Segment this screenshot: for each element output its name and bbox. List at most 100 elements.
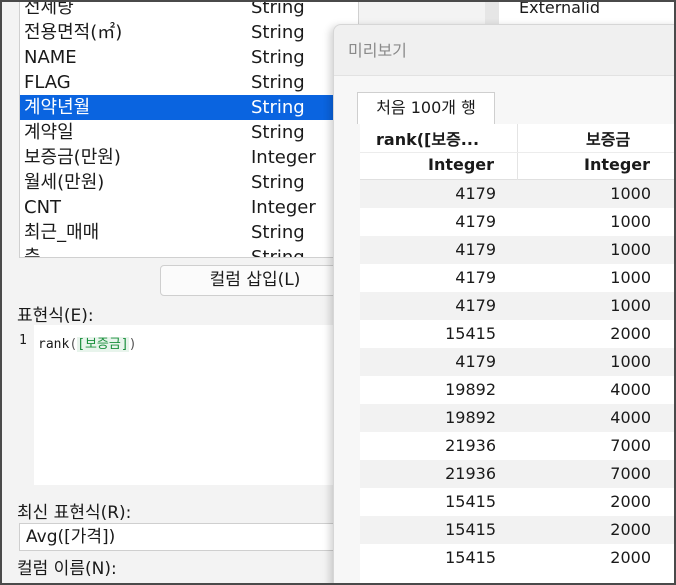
column-type: Integer xyxy=(251,197,316,218)
recent-expression-select[interactable]: Avg([가격]) xyxy=(19,523,349,551)
cell-rank: 19892 xyxy=(445,380,496,399)
column-name: 계약일 xyxy=(24,122,74,143)
column-list-item[interactable]: 계약년월 String xyxy=(20,95,358,120)
cell-rank: 4179 xyxy=(455,240,496,259)
table-row[interactable]: 4179 1000 xyxy=(360,348,674,376)
column-list-item[interactable]: 보증금(만원) Integer xyxy=(20,145,358,170)
table-row[interactable]: 21936 7000 xyxy=(360,460,674,488)
header-col2-type: Integer xyxy=(584,155,651,174)
column-type: String xyxy=(251,72,305,93)
external-id-label: Externalid xyxy=(519,0,600,17)
dialog-frame: Externalid 전세량 String 전용면적(㎡) String NAME Str… xyxy=(0,0,676,585)
cell-rank: 4179 xyxy=(455,212,496,231)
expression-editor[interactable]: 1 rank([보증금]) xyxy=(17,325,347,485)
tab-first-100-rows[interactable]: 처음 100개 행 xyxy=(357,92,495,124)
column-type: String xyxy=(251,222,305,243)
expression-function: rank xyxy=(38,337,70,352)
header-col1-name[interactable]: rank([보증... xyxy=(376,126,479,150)
table-row[interactable]: 4179 1000 xyxy=(360,208,674,236)
recent-expression-label: 최신 표현식(R): xyxy=(17,503,132,523)
grid-header: rank([보증... Integer 보증금 Integer xyxy=(360,124,674,180)
cell-deposit: 1000 xyxy=(610,296,651,315)
column-name: 전용면적(㎡) xyxy=(24,22,123,43)
table-row[interactable]: 21936 7000 xyxy=(360,432,674,460)
cell-rank: 21936 xyxy=(445,464,496,483)
column-list[interactable]: 전세량 String 전용면적(㎡) String NAME String FLAG Stri… xyxy=(19,0,359,258)
cell-deposit: 1000 xyxy=(610,184,651,203)
column-name: 전세량 xyxy=(24,0,74,18)
column-list-item[interactable]: 최근_매매 String xyxy=(20,220,358,245)
table-row[interactable]: 19892 4000 xyxy=(360,404,674,432)
cell-rank: 21936 xyxy=(445,436,496,455)
expression-gutter xyxy=(17,325,34,485)
preview-body: 처음 100개 행 rank([보증... Integer 보증금 Intege… xyxy=(334,75,674,583)
header-col2-name[interactable]: 보증금 xyxy=(586,126,630,150)
insert-column-button[interactable]: 컬럼 삽입(L) xyxy=(160,265,350,296)
cell-rank: 15415 xyxy=(445,520,496,539)
table-row[interactable]: 15415 2000 xyxy=(360,488,674,516)
column-name: 층 xyxy=(24,247,41,258)
column-name: 계약년월 xyxy=(24,97,91,118)
table-row[interactable]: 15415 2000 xyxy=(360,320,674,348)
expression-close-paren: ) xyxy=(128,337,137,352)
column-name: 보증금(만원) xyxy=(24,147,121,168)
column-name-label: 컬럼 이름(N): xyxy=(17,559,117,579)
table-row[interactable]: 19892 4000 xyxy=(360,376,674,404)
cell-deposit: 2000 xyxy=(610,492,651,511)
table-row[interactable]: 4179 1000 xyxy=(360,264,674,292)
column-type: String xyxy=(251,0,305,18)
cell-rank: 19892 xyxy=(445,408,496,427)
column-list-item[interactable]: 계약일 String xyxy=(20,120,358,145)
column-list-item[interactable]: FLAG String xyxy=(20,70,358,95)
line-number: 1 xyxy=(19,333,27,348)
expression-label: 표현식(E): xyxy=(17,306,94,326)
column-list-item[interactable]: 층 String xyxy=(20,245,358,258)
cell-rank: 15415 xyxy=(445,492,496,511)
column-name: 최근_매매 xyxy=(24,222,100,243)
column-name: NAME xyxy=(24,47,77,68)
preview-title: 미리보기 xyxy=(348,41,407,60)
column-name: CNT xyxy=(24,197,62,218)
cell-deposit: 7000 xyxy=(610,436,651,455)
cell-deposit: 1000 xyxy=(610,212,651,231)
preview-grid[interactable]: rank([보증... Integer 보증금 Integer 4179 1000… xyxy=(360,124,674,583)
column-type: String xyxy=(251,247,305,258)
table-row[interactable]: 15415 2000 xyxy=(360,516,674,544)
column-type: String xyxy=(251,47,305,68)
column-type: String xyxy=(251,122,305,143)
cell-deposit: 2000 xyxy=(610,324,651,343)
expression-code[interactable]: rank([보증금]) xyxy=(38,333,137,352)
cell-deposit: 1000 xyxy=(610,240,651,259)
header-col1-type: Integer xyxy=(428,155,495,174)
column-name: 월세(만원) xyxy=(24,172,105,193)
column-list-item[interactable]: CNT Integer xyxy=(20,195,358,220)
cell-rank: 4179 xyxy=(455,268,496,287)
preview-window[interactable]: 미리보기 처음 100개 행 rank([보증... Integer 보증금 I… xyxy=(333,24,674,583)
cell-rank: 4179 xyxy=(455,296,496,315)
cell-deposit: 2000 xyxy=(610,520,651,539)
table-row[interactable]: 4179 1000 xyxy=(360,180,674,208)
table-row[interactable]: 4179 1000 xyxy=(360,236,674,264)
column-type: String xyxy=(251,97,305,118)
cell-deposit: 2000 xyxy=(610,548,651,567)
column-list-item[interactable]: 전용면적(㎡) String xyxy=(20,20,358,45)
cell-deposit: 4000 xyxy=(610,380,651,399)
column-type: Integer xyxy=(251,147,316,168)
header-separator xyxy=(360,152,674,153)
table-row[interactable]: 15415 2000 xyxy=(360,544,674,572)
cell-deposit: 7000 xyxy=(610,464,651,483)
column-name: FLAG xyxy=(24,72,71,93)
cell-rank: 15415 xyxy=(445,548,496,567)
cell-deposit: 1000 xyxy=(610,352,651,371)
cell-deposit: 4000 xyxy=(610,408,651,427)
column-list-item[interactable]: 월세(만원) String xyxy=(20,170,358,195)
expression-open-paren: ( xyxy=(69,337,78,352)
column-list-item[interactable]: 전세량 String xyxy=(20,0,358,20)
column-type: String xyxy=(251,22,305,43)
table-row[interactable]: 4179 1000 xyxy=(360,292,674,320)
cell-deposit: 1000 xyxy=(610,268,651,287)
expression-column-ref: [보증금] xyxy=(77,337,129,352)
column-list-item[interactable]: NAME String xyxy=(20,45,358,70)
cell-rank: 4179 xyxy=(455,184,496,203)
cell-rank: 15415 xyxy=(445,324,496,343)
